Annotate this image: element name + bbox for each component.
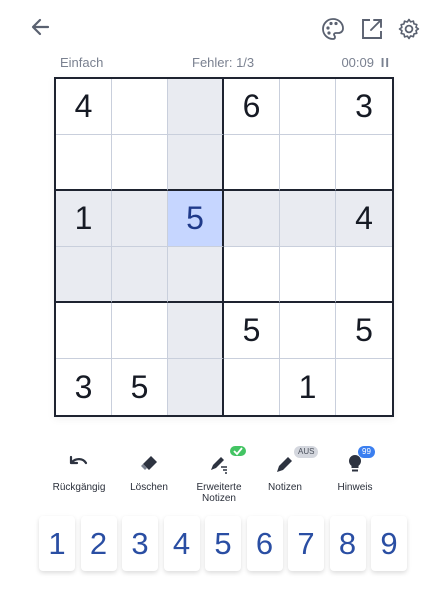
cell-r3c5[interactable] xyxy=(336,247,392,303)
theme-button[interactable] xyxy=(320,16,346,42)
export-icon xyxy=(362,19,382,39)
numpad-key-3[interactable]: 3 xyxy=(122,516,158,571)
cell-r5c0[interactable]: 3 xyxy=(56,359,112,415)
cell-r0c1[interactable] xyxy=(112,79,168,135)
cell-r1c0[interactable] xyxy=(56,135,112,191)
cell-r3c0[interactable] xyxy=(56,247,112,303)
difficulty-label: Einfach xyxy=(60,55,104,70)
palette-icon xyxy=(322,18,344,40)
numpad-key-1[interactable]: 1 xyxy=(39,516,75,571)
cell-r5c3[interactable] xyxy=(224,359,280,415)
notes-label: Notizen xyxy=(268,482,302,493)
pencil-icon xyxy=(277,457,292,472)
cell-r0c4[interactable] xyxy=(280,79,336,135)
cell-r2c1[interactable] xyxy=(112,191,168,247)
cell-r4c3[interactable]: 5 xyxy=(224,303,280,359)
cell-r2c2[interactable]: 5 xyxy=(168,191,224,247)
back-button[interactable] xyxy=(28,14,54,40)
cell-r4c5[interactable]: 5 xyxy=(336,303,392,359)
errors-counter: Fehler: 1/3 xyxy=(192,55,255,70)
share-button[interactable] xyxy=(359,16,385,42)
cell-r0c0[interactable]: 4 xyxy=(56,79,112,135)
undo-label: Rückgängig xyxy=(52,482,106,493)
cell-r4c1[interactable] xyxy=(112,303,168,359)
gear-icon xyxy=(398,18,420,40)
pencil-list-icon xyxy=(211,457,227,474)
timer: 00:09 xyxy=(341,55,374,70)
hint-button[interactable]: 99 Hinweis xyxy=(320,446,390,493)
cell-r5c4[interactable]: 1 xyxy=(280,359,336,415)
settings-button[interactable] xyxy=(396,16,422,42)
cell-r4c2[interactable] xyxy=(168,303,224,359)
advanced-notes-label: Erweiterte Notizen xyxy=(196,482,242,504)
advanced-notes-button[interactable]: Erweiterte Notizen xyxy=(184,446,254,504)
notes-off-badge: AUS xyxy=(294,446,319,458)
undo-icon xyxy=(69,455,88,465)
cell-r2c0[interactable]: 1 xyxy=(56,191,112,247)
cell-r0c2[interactable] xyxy=(168,79,224,135)
numpad-key-7[interactable]: 7 xyxy=(288,516,324,571)
notes-button[interactable]: AUS Notizen xyxy=(250,446,320,493)
undo-button[interactable]: Rückgängig xyxy=(44,452,114,493)
cell-r3c3[interactable] xyxy=(224,247,280,303)
eraser-icon xyxy=(141,456,157,470)
numpad-key-9[interactable]: 9 xyxy=(371,516,407,571)
cell-r1c2[interactable] xyxy=(168,135,224,191)
cell-r5c1[interactable]: 5 xyxy=(112,359,168,415)
cell-r1c1[interactable] xyxy=(112,135,168,191)
cell-r2c4[interactable] xyxy=(280,191,336,247)
cell-r1c3[interactable] xyxy=(224,135,280,191)
pause-button[interactable]: II xyxy=(381,55,390,70)
cell-r3c1[interactable] xyxy=(112,247,168,303)
cell-r1c4[interactable] xyxy=(280,135,336,191)
cell-r3c4[interactable] xyxy=(280,247,336,303)
cell-r2c3[interactable] xyxy=(224,191,280,247)
cell-r0c5[interactable]: 3 xyxy=(336,79,392,135)
cell-r4c0[interactable] xyxy=(56,303,112,359)
cell-r5c2[interactable] xyxy=(168,359,224,415)
erase-label: Löschen xyxy=(130,482,168,493)
cell-r2c5[interactable]: 4 xyxy=(336,191,392,247)
check-icon xyxy=(230,446,246,456)
status-bar: Einfach Fehler: 1/3 00:09 II xyxy=(56,46,394,76)
hint-count-badge: 99 xyxy=(358,446,375,458)
cell-r3c2[interactable] xyxy=(168,247,224,303)
arrow-left-icon xyxy=(31,18,50,36)
sudoku-board: 46315455351 xyxy=(54,77,394,417)
cell-r0c3[interactable]: 6 xyxy=(224,79,280,135)
numpad-key-4[interactable]: 4 xyxy=(163,516,200,571)
numpad-key-2[interactable]: 2 xyxy=(80,516,117,571)
numpad-key-5[interactable]: 5 xyxy=(205,516,241,571)
numpad-key-8[interactable]: 8 xyxy=(329,516,366,571)
numpad-key-6[interactable]: 6 xyxy=(246,516,283,571)
cell-r1c5[interactable] xyxy=(336,135,392,191)
cell-r4c4[interactable] xyxy=(280,303,336,359)
hint-label: Hinweis xyxy=(337,482,373,493)
erase-button[interactable]: Löschen xyxy=(114,452,184,493)
cell-r5c5[interactable] xyxy=(336,359,392,415)
